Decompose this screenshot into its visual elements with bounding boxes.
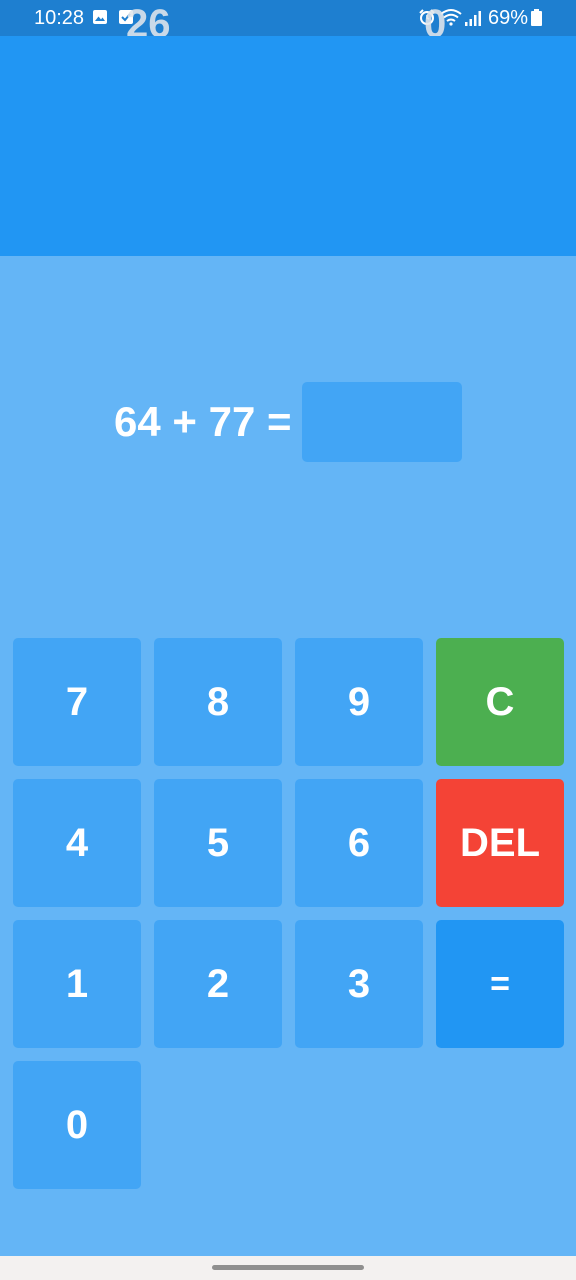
signal-icon xyxy=(465,11,481,26)
equation-text: 64 + 77 = xyxy=(114,398,292,445)
battery-icon xyxy=(531,9,542,26)
battery-percentage: 69% xyxy=(488,7,529,29)
key-8[interactable]: 8 xyxy=(154,638,282,766)
key-2[interactable]: 2 xyxy=(154,920,282,1048)
key-5[interactable]: 5 xyxy=(154,779,282,907)
delete-button[interactable]: DEL xyxy=(436,779,564,907)
equals-button[interactable]: = xyxy=(436,920,564,1048)
key-1[interactable]: 1 xyxy=(13,920,141,1048)
status-time: 10:28 xyxy=(34,7,85,29)
key-9[interactable]: 9 xyxy=(295,638,423,766)
home-handle[interactable] xyxy=(212,1265,364,1270)
navigation-bar xyxy=(0,1256,576,1280)
key-6[interactable]: 6 xyxy=(295,779,423,907)
keypad: 7 8 9 C 4 5 6 DEL 1 2 3 = 0 xyxy=(13,638,564,1189)
gallery-icon xyxy=(93,10,107,24)
header-panel xyxy=(0,36,576,256)
clear-button[interactable]: C xyxy=(436,638,564,766)
key-3[interactable]: 3 xyxy=(295,920,423,1048)
status-bar: 10:28 69% xyxy=(0,0,576,36)
answer-field[interactable] xyxy=(302,382,462,462)
key-7[interactable]: 7 xyxy=(13,638,141,766)
key-4[interactable]: 4 xyxy=(13,779,141,907)
key-0[interactable]: 0 xyxy=(13,1061,141,1189)
